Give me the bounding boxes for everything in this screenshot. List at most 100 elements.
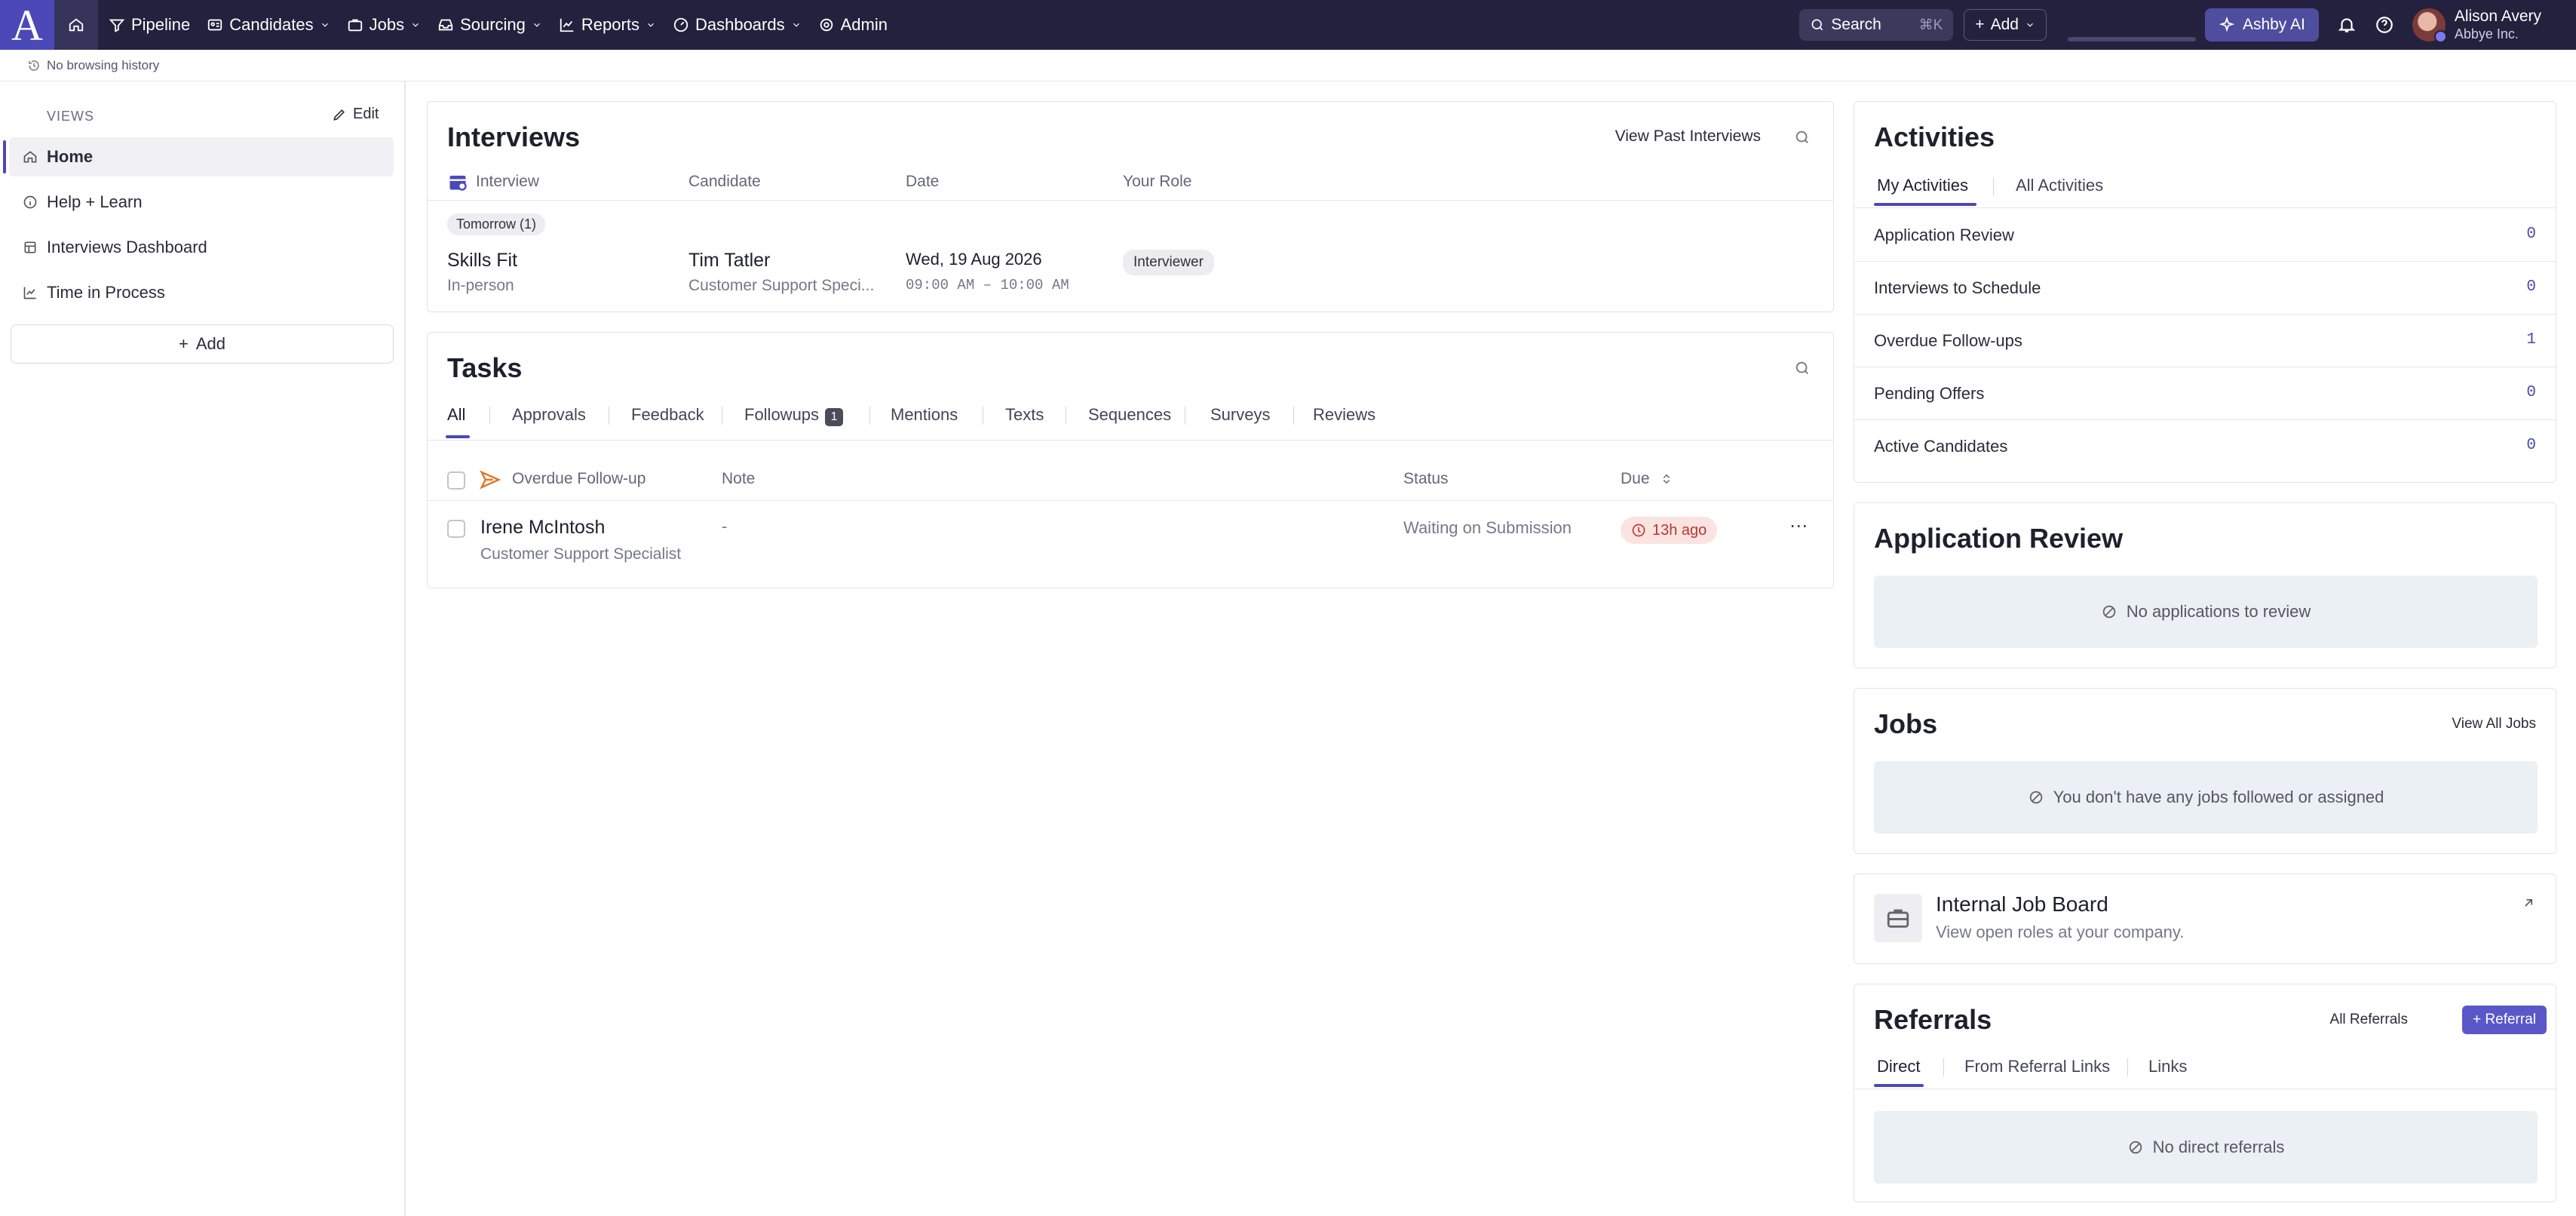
nav-candidates[interactable]: Candidates [207, 15, 330, 35]
internal-job-board-card[interactable]: Internal Job Board View open roles at yo… [1854, 874, 2556, 964]
global-search[interactable]: Search ⌘K [1799, 9, 1954, 41]
tab-all-activities[interactable]: All Activities [2016, 176, 2103, 195]
activity-label: Active Candidates [1874, 437, 2008, 456]
tab-separator [1993, 177, 1994, 195]
external-link-icon[interactable] [2521, 895, 2536, 910]
sidebar-item-label: Help + Learn [47, 192, 143, 211]
sidebar-item-interviews-dashboard[interactable]: Interviews Dashboard [9, 228, 394, 267]
job-board-title: Internal Job Board [1936, 892, 2108, 916]
tab-reviews[interactable]: Reviews [1313, 405, 1375, 425]
activity-row[interactable]: Application Review 0 [1854, 209, 2556, 262]
app-logo[interactable]: A [0, 0, 54, 50]
browsing-history-text: No browsing history [47, 57, 160, 72]
activity-label: Overdue Follow-ups [1874, 331, 2022, 350]
tab-my-activities[interactable]: My Activities [1877, 176, 1968, 195]
activity-row[interactable]: Interviews to Schedule 0 [1854, 262, 2556, 315]
gauge-icon [673, 17, 688, 32]
interviews-search-button[interactable] [1794, 129, 1811, 146]
nav-dashboards[interactable]: Dashboards [673, 15, 802, 35]
add-view-button[interactable]: + Add [11, 324, 394, 364]
activity-row[interactable]: Active Candidates 0 [1854, 420, 2556, 473]
top-nav: A Pipeline Candidates Jobs Sourcing Repo… [0, 0, 2576, 50]
tab-mentions[interactable]: Mentions [891, 405, 958, 425]
info-icon [23, 195, 37, 209]
chevron-down-icon [648, 23, 654, 27]
sidebar-item-label: Home [47, 147, 94, 166]
add-menu-label: Add [1990, 16, 2019, 33]
nav-reports[interactable]: Reports [559, 15, 656, 35]
nav-dashboards-label: Dashboards [695, 15, 785, 34]
column-due[interactable]: Due [1621, 470, 1673, 488]
activity-count: 0 [2526, 437, 2536, 454]
sidebar-item-label: Interviews Dashboard [47, 238, 207, 256]
sort-icon [1664, 474, 1670, 484]
tab-approvals[interactable]: Approvals [512, 405, 586, 425]
empty-circle-icon [2102, 605, 2115, 619]
tab-all[interactable]: All [447, 405, 465, 425]
activity-row[interactable]: Pending Offers 0 [1854, 367, 2556, 420]
nav-admin[interactable]: Admin [818, 15, 888, 35]
sidebar-item-help-learn[interactable]: Help + Learn [9, 183, 394, 222]
interview-type: In-person [447, 277, 514, 294]
column-interview: Interview [476, 173, 540, 190]
activities-card: Activities My Activities All Activities … [1854, 101, 2556, 483]
jobs-title: Jobs [1874, 708, 1938, 739]
nav-pipeline[interactable]: Pipeline [109, 15, 190, 35]
user-menu[interactable]: Alison Avery Abbye Inc. [2412, 8, 2576, 43]
tab-texts[interactable]: Texts [1005, 405, 1044, 425]
interview-time: 09:00 AM – 10:00 AM [906, 277, 1069, 293]
tasks-search-button[interactable] [1794, 360, 1811, 376]
view-all-jobs-link[interactable]: View All Jobs [2452, 716, 2536, 732]
candidate-name[interactable]: Tim Tatler [688, 250, 770, 272]
task-candidate-name[interactable]: Irene McIntosh [480, 517, 605, 539]
home-nav-button[interactable] [54, 0, 98, 50]
view-past-interviews-link[interactable]: View Past Interviews [1615, 127, 1761, 146]
nav-sourcing[interactable]: Sourcing [437, 15, 542, 35]
divider [428, 200, 1833, 201]
edit-views-button[interactable]: Edit [332, 106, 379, 123]
interviews-card: Interviews View Past Interviews Intervie… [427, 101, 1834, 312]
search-icon [1796, 361, 1808, 374]
active-tab-indicator [1874, 203, 1976, 206]
help-button[interactable] [2375, 15, 2394, 35]
activity-row[interactable]: Overdue Follow-ups 1 [1854, 315, 2556, 367]
all-referrals-link[interactable]: All Referrals [2330, 1012, 2408, 1028]
line-chart-icon [560, 18, 574, 32]
add-referral-button[interactable]: + Referral [2462, 1006, 2547, 1034]
tab-feedback[interactable]: Feedback [631, 405, 704, 425]
column-your-role: Your Role [1123, 173, 1192, 190]
user-org: Abbye Inc. [2454, 26, 2519, 41]
task-note: - [722, 517, 728, 536]
chevron-down-icon [793, 23, 799, 27]
select-all-checkbox[interactable] [447, 471, 465, 490]
add-menu-button[interactable]: + Add [1964, 9, 2047, 41]
add-view-label: Add [195, 334, 225, 353]
more-options-icon[interactable]: ⋯ [1789, 515, 1808, 537]
application-review-title: Application Review [1874, 523, 2124, 554]
sidebar-item-time-in-process[interactable]: Time in Process [9, 273, 394, 312]
due-text: 13h ago [1652, 521, 1707, 539]
nav-jobs[interactable]: Jobs [347, 15, 421, 35]
dashboard-icon [24, 241, 36, 253]
tab-from-referral-links[interactable]: From Referral Links [1964, 1057, 2110, 1076]
tab-separator [869, 407, 870, 425]
sidebar-item-label: Time in Process [47, 283, 165, 302]
nav-sourcing-label: Sourcing [460, 15, 526, 34]
notifications-button[interactable] [2337, 15, 2357, 35]
tab-direct[interactable]: Direct [1877, 1057, 1920, 1076]
tab-followups[interactable]: Followups 1 [744, 405, 844, 426]
job-board-subtitle: View open roles at your company. [1936, 923, 2185, 941]
loading-bar [2067, 37, 2196, 41]
briefcase-icon [348, 19, 362, 32]
task-row-checkbox[interactable] [447, 520, 465, 538]
activity-label: Application Review [1874, 226, 2014, 244]
tab-surveys[interactable]: Surveys [1210, 405, 1270, 425]
empty-circle-icon [2129, 1141, 2142, 1154]
activity-label: Interviews to Schedule [1874, 278, 2041, 297]
help-circle-icon [2375, 17, 2393, 33]
sidebar-item-home[interactable]: Home [3, 137, 394, 177]
followups-count-badge: 1 [825, 408, 844, 426]
tab-links[interactable]: Links [2148, 1057, 2187, 1076]
ashby-ai-button[interactable]: Ashby AI [2204, 8, 2319, 41]
tab-sequences[interactable]: Sequences [1088, 405, 1171, 425]
